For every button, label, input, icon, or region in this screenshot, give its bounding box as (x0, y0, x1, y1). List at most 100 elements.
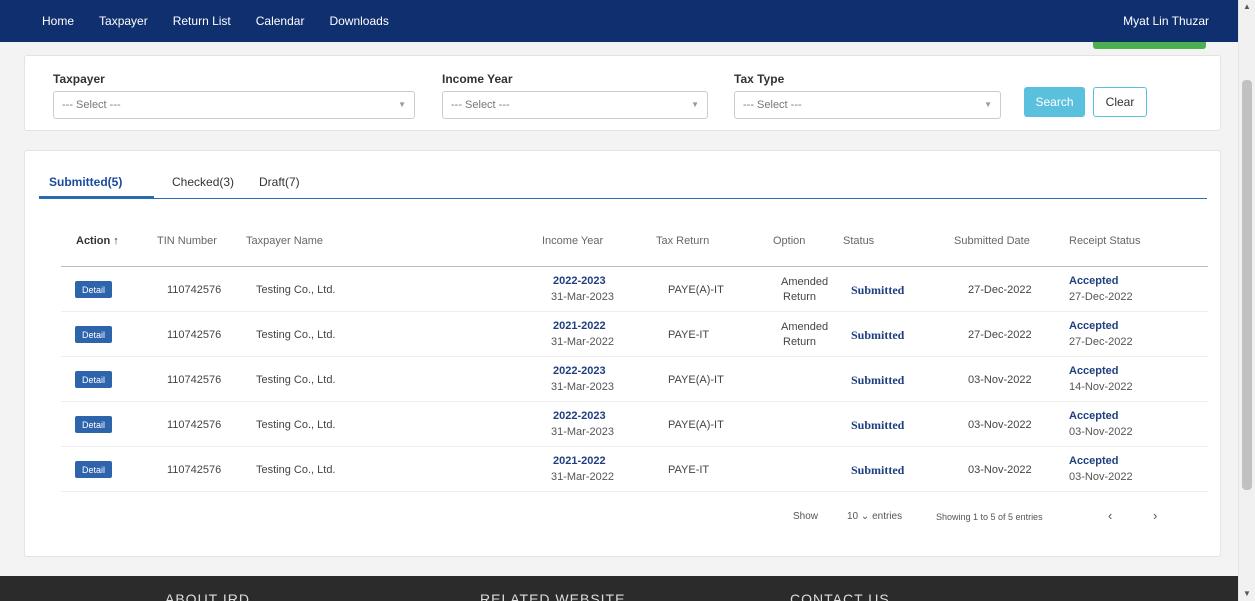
taxpayer-select[interactable]: --- Select --- ▼ (53, 91, 415, 119)
income-year-date: 31-Mar-2023 (551, 426, 614, 438)
status-cell: Submitted (851, 328, 905, 342)
header-taxpayer-name[interactable]: Taxpayer Name (246, 235, 323, 247)
header-status[interactable]: Status (843, 235, 874, 247)
vertical-scrollbar[interactable]: ▲ ▼ (1238, 0, 1255, 601)
header-tin[interactable]: TIN Number (157, 235, 217, 247)
option-cell-line2: Return (783, 291, 817, 303)
receipt-date: 14-Nov-2022 (1069, 381, 1133, 393)
receipt-date: 03-Nov-2022 (1069, 471, 1133, 483)
header-income-year[interactable]: Income Year (542, 235, 603, 247)
scroll-up-icon[interactable]: ▲ (1243, 2, 1251, 11)
show-label: Show (793, 511, 819, 522)
detail-button[interactable]: Detail (75, 416, 112, 433)
receipt-status-cell: Accepted (1069, 275, 1119, 287)
tab-checked[interactable]: Checked(3) (172, 175, 234, 189)
submitted-date-cell: 03-Nov-2022 (968, 419, 1032, 431)
header-submitted-date[interactable]: Submitted Date (954, 235, 1030, 247)
income-year-date: 31-Mar-2022 (551, 471, 614, 483)
tin-cell: 110742576 (167, 464, 222, 476)
header-tax-return[interactable]: Tax Return (656, 235, 709, 247)
income-year-cell: 2021-2022 (553, 455, 606, 467)
filter-panel: Taxpayer --- Select --- ▼ Income Year --… (24, 55, 1221, 131)
receipt-date: 27-Dec-2022 (1069, 336, 1133, 348)
nav-link-taxpayer[interactable]: Taxpayer (99, 14, 148, 28)
footer-related-heading: RELATED WEBSITE (480, 591, 626, 601)
detail-button[interactable]: Detail (75, 281, 112, 298)
table-row: Detail 110742576 Testing Co., Ltd. 2022-… (61, 267, 1208, 312)
income-year-date: 31-Mar-2023 (551, 381, 614, 393)
header-receipt-status[interactable]: Receipt Status (1069, 235, 1141, 247)
income-year-date: 31-Mar-2023 (551, 291, 614, 303)
option-cell-line1: Amended (781, 321, 829, 333)
tax-return-cell: PAYE(A)-IT (668, 419, 724, 431)
entries-info: Showing 1 to 5 of 5 entries (936, 512, 1043, 522)
detail-button[interactable]: Detail (75, 371, 112, 388)
header-option[interactable]: Option (773, 235, 805, 247)
chevron-down-icon: ▼ (984, 100, 992, 109)
receipt-status-cell: Accepted (1069, 455, 1119, 467)
page-size-value: 10 (847, 511, 859, 522)
page-size-select[interactable]: 10 ⌄ entries (847, 511, 902, 522)
tax-type-filter: Tax Type --- Select --- ▼ (734, 72, 1001, 119)
action-button-edge[interactable] (1093, 42, 1206, 49)
income-year-filter: Income Year --- Select --- ▼ (442, 72, 708, 119)
income-year-cell: 2021-2022 (553, 320, 606, 332)
clear-button[interactable]: Clear (1093, 87, 1147, 117)
returns-panel: Submitted(5) Checked(3) Draft(7) Action … (24, 150, 1221, 557)
option-cell-line2: Return (783, 336, 817, 348)
taxpayer-name-cell: Testing Co., Ltd. (256, 329, 336, 341)
income-year-date: 31-Mar-2022 (551, 336, 614, 348)
chevron-right-icon[interactable]: › (1153, 508, 1157, 523)
arrow-up-icon: ↑ (113, 235, 119, 247)
nav-link-downloads[interactable]: Downloads (329, 14, 388, 28)
taxpayer-label: Taxpayer (53, 72, 105, 86)
income-year-select-value: --- Select --- (451, 99, 510, 111)
tabs: Submitted(5) Checked(3) Draft(7) (39, 171, 1207, 199)
tax-type-select[interactable]: --- Select --- ▼ (734, 91, 1001, 119)
tin-cell: 110742576 (167, 329, 222, 341)
detail-button[interactable]: Detail (75, 326, 112, 343)
chevron-down-icon: ▼ (691, 100, 699, 109)
tin-cell: 110742576 (167, 419, 222, 431)
nav-link-calendar[interactable]: Calendar (256, 14, 305, 28)
tab-draft[interactable]: Draft(7) (259, 175, 300, 189)
income-year-cell: 2022-2023 (553, 365, 606, 377)
tax-return-cell: PAYE-IT (668, 329, 710, 341)
footer: ABOUT IRD RELATED WEBSITE CONTACT US (0, 576, 1238, 601)
status-cell: Submitted (851, 418, 905, 432)
active-tab-indicator (39, 196, 154, 199)
submitted-date-cell: 27-Dec-2022 (968, 329, 1032, 341)
income-year-select[interactable]: --- Select --- ▼ (442, 91, 708, 119)
header-action[interactable]: Action ↑ (76, 235, 119, 247)
tax-return-cell: PAYE(A)-IT (668, 374, 724, 386)
scroll-down-icon[interactable]: ▼ (1243, 589, 1251, 598)
status-cell: Submitted (851, 283, 905, 297)
status-cell: Submitted (851, 373, 905, 387)
header-action-label: Action (76, 235, 111, 247)
search-button[interactable]: Search (1024, 87, 1085, 117)
table-row: Detail 110742576 Testing Co., Ltd. 2022-… (61, 402, 1208, 447)
option-cell-line1: Amended (781, 276, 829, 288)
taxpayer-name-cell: Testing Co., Ltd. (256, 284, 336, 296)
nav-link-home[interactable]: Home (42, 14, 74, 28)
detail-button[interactable]: Detail (75, 461, 112, 478)
tax-type-select-value: --- Select --- (743, 99, 802, 111)
income-year-label: Income Year (442, 72, 513, 86)
tin-cell: 110742576 (167, 374, 222, 386)
tab-submitted[interactable]: Submitted(5) (49, 175, 122, 189)
income-year-cell: 2022-2023 (553, 410, 606, 422)
scrollbar-thumb[interactable] (1242, 80, 1252, 490)
chevron-left-icon[interactable]: ‹ (1108, 508, 1112, 523)
entries-label: entries (872, 511, 903, 522)
status-cell: Submitted (851, 463, 905, 477)
tax-return-cell: PAYE-IT (668, 464, 710, 476)
chevron-down-icon: ⌄ (860, 511, 870, 522)
receipt-status-cell: Accepted (1069, 320, 1119, 332)
taxpayer-select-value: --- Select --- (62, 99, 121, 111)
table-row: Detail 110742576 Testing Co., Ltd. 2022-… (61, 357, 1208, 402)
user-menu[interactable]: Myat Lin Thuzar (1123, 14, 1209, 28)
nav-link-return-list[interactable]: Return List (173, 14, 231, 28)
footer-about-heading: ABOUT IRD (165, 591, 250, 601)
tax-type-label: Tax Type (734, 72, 785, 86)
receipt-date: 03-Nov-2022 (1069, 426, 1133, 438)
